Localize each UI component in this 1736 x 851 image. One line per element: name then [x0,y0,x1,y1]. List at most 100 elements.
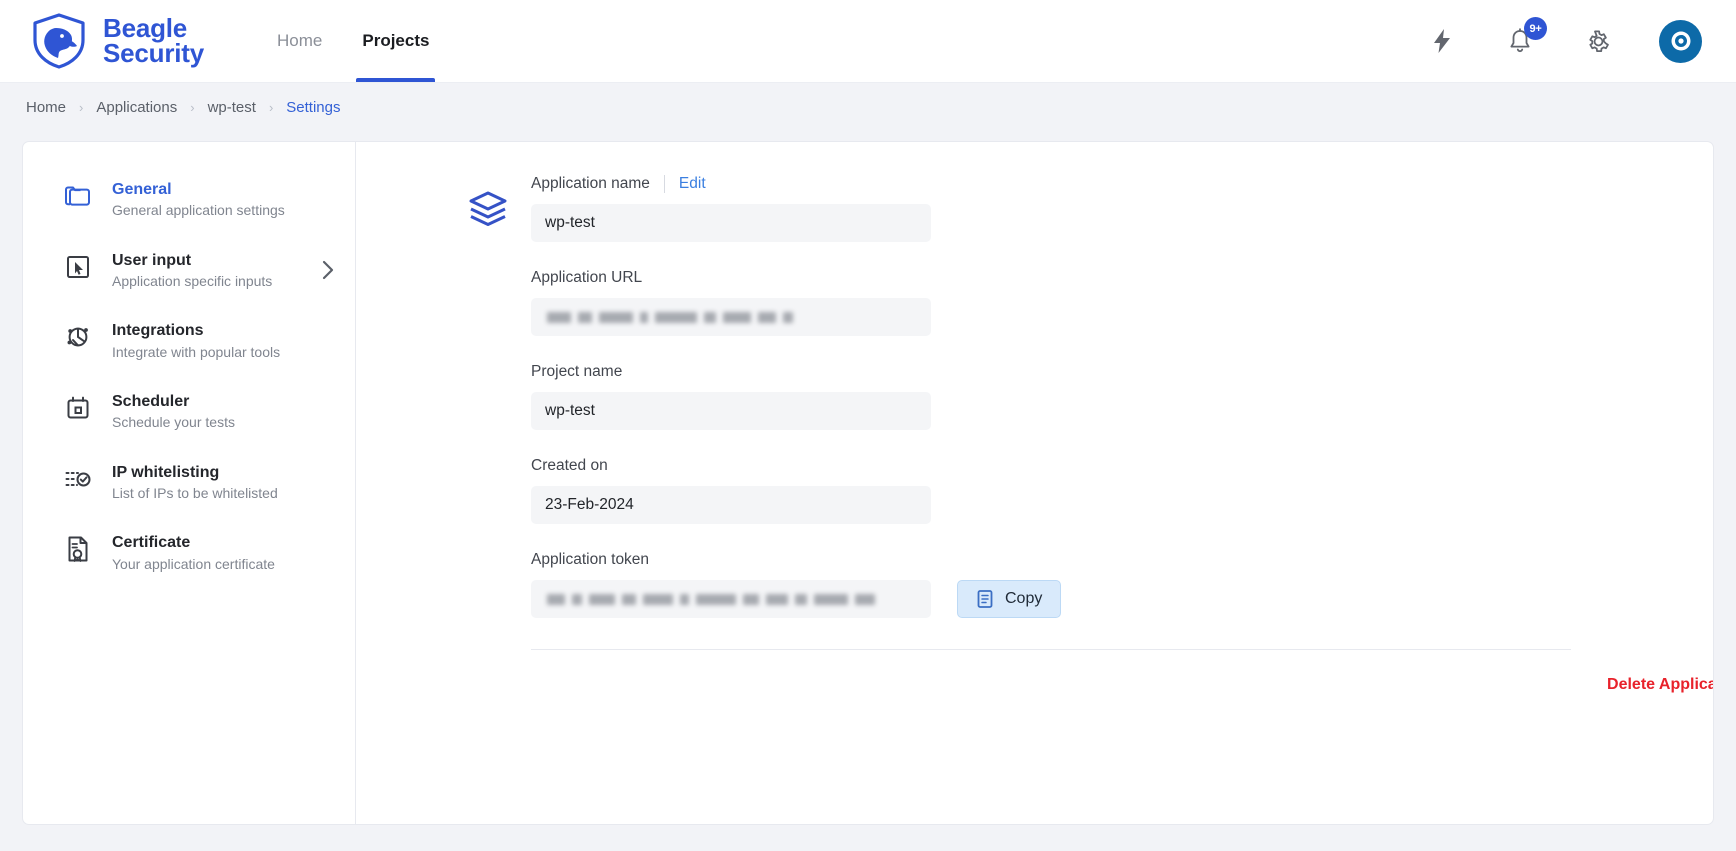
delete-application-button[interactable]: Delete Application [1607,676,1713,694]
application-token-label-row: Application token [531,551,1713,569]
brand-logo-group[interactable]: Beagle Security [28,12,204,70]
brand-name: Beagle Security [103,14,205,68]
general-settings-panel: Application name Edit wp-test Applicatio… [356,142,1713,824]
brand-line-2: Security [103,38,205,68]
layers-glyph [469,191,507,226]
sidebar-item-certificate-subtitle: Your application certificate [112,555,275,572]
bell-icon[interactable]: 9+ [1503,17,1547,58]
main-navigation: Home Projects [271,0,436,82]
copy-button-label: Copy [1005,590,1043,607]
user-avatar-glyph [1666,27,1695,55]
breadcrumb: Home › Applications › wp-test › Settings [0,83,1736,131]
top-header-bar: Beagle Security Home Projects 9+ [0,0,1736,83]
sidebar-item-user-input-subtitle: Application specific inputs [112,272,273,289]
sidebar-item-certificate-texts: Certificate Your application certificate [112,532,275,573]
sidebar-item-general-subtitle: General application settings [112,202,285,219]
label-divider [663,175,665,193]
sidebar-item-certificate[interactable]: Certificate Your application certificate [23,517,355,588]
certificate-icon [63,534,93,564]
header-actions: 9+ [1425,17,1710,63]
edit-application-name-link[interactable]: Edit [679,175,706,193]
clipboard-icon [976,589,994,609]
calendar-icon [63,393,93,423]
application-url-label: Application URL [531,269,643,286]
sidebar-item-scheduler-title: Scheduler [112,393,190,411]
application-token-row: Copy [531,580,1713,618]
sidebar-item-ip-whitelisting-title: IP whitelisting [112,463,220,481]
breadcrumb-item-home[interactable]: Home [26,99,66,116]
application-name-label: Application name [531,175,650,192]
layers-icon [466,188,510,232]
created-on-label: Created on [531,457,608,474]
breadcrumb-item-wp-test[interactable]: wp-test [208,99,256,116]
redacted-token-content [545,593,875,605]
sidebar-item-scheduler-texts: Scheduler Schedule your tests [112,391,235,432]
sidebar-item-scheduler-subtitle: Schedule your tests [112,414,235,431]
project-name-label-row: Project name [531,363,1713,381]
gear-glyph [1588,30,1609,52]
list-check-glyph [65,471,91,487]
project-name-value[interactable]: wp-test [531,392,931,430]
application-name-value[interactable]: wp-test [531,204,931,242]
list-check-icon [63,464,93,494]
sidebar-item-integrations-subtitle: Integrate with popular tools [112,343,281,360]
nav-item-projects[interactable]: Projects [356,0,436,82]
field-created-on: Created on 23-Feb-2024 [531,457,1713,524]
sidebar-item-scheduler[interactable]: Scheduler Schedule your tests [23,376,355,447]
sidebar-item-general[interactable]: General General application settings [23,164,355,235]
folder-icon [63,181,93,211]
copy-token-button[interactable]: Copy [957,580,1062,618]
sidebar-item-general-texts: General General application settings [112,179,285,220]
sidebar-item-integrations[interactable]: Integrations Integrate with popular tool… [23,305,355,376]
project-name-label: Project name [531,363,623,380]
application-url-value[interactable] [531,298,931,336]
delete-application-row: Delete Application [531,676,1713,694]
integrations-icon [63,322,93,352]
field-application-token: Application token Copy [531,551,1713,618]
notification-badge: 9+ [1524,17,1547,40]
beagle-shield-logo-icon [33,13,85,69]
nav-item-home[interactable]: Home [271,0,328,82]
field-application-url: Application URL [531,269,1713,336]
created-on-label-row: Created on [531,457,1713,475]
sidebar-item-ip-whitelisting[interactable]: IP whitelisting List of IPs to be whitel… [23,447,355,518]
breadcrumb-item-settings[interactable]: Settings [286,99,340,116]
settings-sidebar: General General application settings Use… [23,142,356,824]
sidebar-item-user-input[interactable]: User input Application specific inputs [23,235,355,306]
cursor-select-glyph [67,255,89,278]
gear-icon[interactable] [1581,24,1615,58]
created-on-value: 23-Feb-2024 [531,486,931,524]
folder-glyph [65,186,90,206]
chevron-right-icon[interactable] [321,259,335,281]
sidebar-item-ip-whitelisting-subtitle: List of IPs to be whitelisted [112,484,278,501]
certificate-glyph [68,536,88,563]
calendar-glyph [67,396,89,419]
cursor-select-icon [63,252,93,282]
avatar[interactable] [1659,19,1702,63]
application-token-label: Application token [531,551,650,568]
application-url-label-row: Application URL [531,269,1713,287]
breadcrumb-separator: › [79,99,84,115]
application-name-label-row: Application name Edit [531,175,1713,193]
lightning-bolt-glyph [1434,29,1450,53]
chevron-right-glyph [322,260,334,280]
breadcrumb-separator: › [190,99,195,115]
sidebar-item-integrations-texts: Integrations Integrate with popular tool… [112,320,280,361]
breadcrumb-item-applications[interactable]: Applications [96,99,177,116]
sidebar-item-ip-whitelisting-texts: IP whitelisting List of IPs to be whitel… [112,462,278,503]
clipboard-glyph [977,590,993,608]
sidebar-item-integrations-title: Integrations [112,322,204,340]
section-divider [531,649,1571,650]
sidebar-item-general-title: General [112,181,172,198]
breadcrumb-separator: › [268,99,274,115]
sidebar-item-certificate-title: Certificate [112,534,191,552]
lightning-bolt-icon[interactable] [1425,24,1459,58]
sidebar-item-user-input-texts: User input Application specific inputs [112,250,272,291]
settings-fields: Application name Edit wp-test Applicatio… [356,175,1713,618]
settings-card: General General application settings Use… [22,141,1714,825]
field-application-name: Application name Edit wp-test [531,175,1713,242]
integrations-glyph [67,327,88,347]
sidebar-item-user-input-title: User input [112,251,192,269]
application-token-value[interactable] [531,580,931,618]
field-project-name: Project name wp-test [531,363,1713,430]
